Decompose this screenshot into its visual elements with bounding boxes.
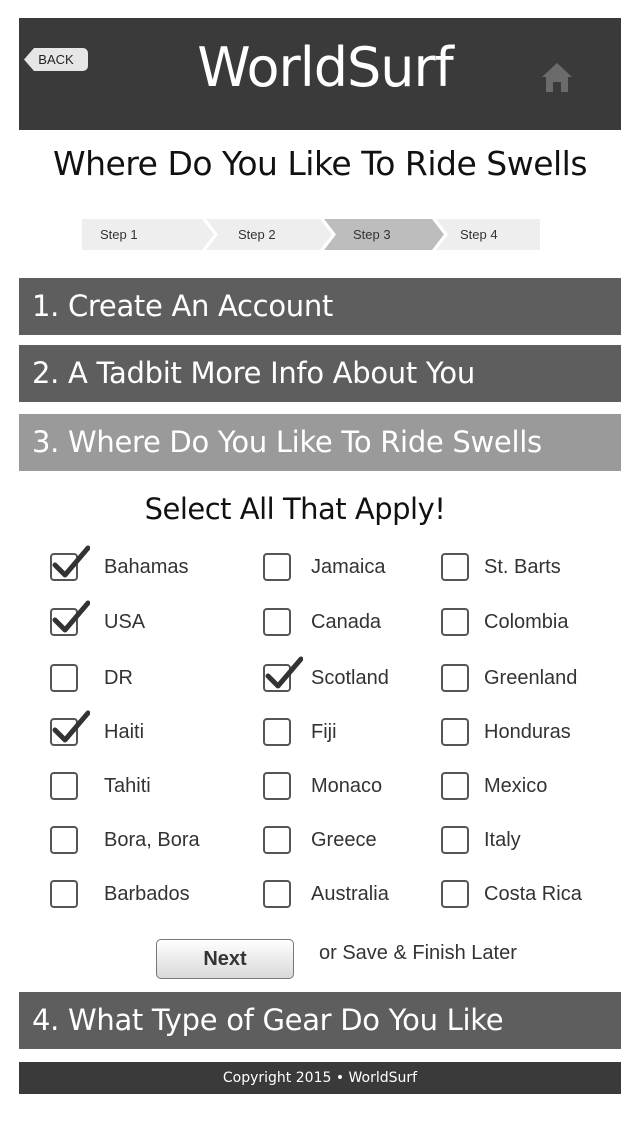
country-label[interactable]: Mexico [484,775,547,798]
country-checkbox[interactable] [441,826,469,854]
country-checkbox[interactable] [50,545,90,581]
back-button[interactable]: BACK [24,48,88,71]
progress-stepper: Step 1 Step 2 Step 3 Step 4 [82,219,540,250]
country-label[interactable]: Bora, Bora [104,829,200,852]
country-checkbox[interactable] [263,718,291,746]
step-4[interactable]: Step 4 [460,219,498,250]
checkmark-icon [52,545,90,578]
select-heading: Select All That Apply! [144,492,446,526]
country-label[interactable]: Greece [311,829,377,852]
country-checkbox[interactable] [50,664,78,692]
country-checkbox[interactable] [263,553,291,581]
page-title: Where Do You Like To Ride Swells [52,144,588,183]
next-button[interactable]: Next [156,939,294,979]
country-checkbox[interactable] [50,880,78,908]
country-checkbox[interactable] [441,553,469,581]
footer-copyright: Copyright 2015 • WorldSurf [19,1062,621,1094]
country-checkbox[interactable] [263,656,303,692]
step-2[interactable]: Step 2 [238,219,276,250]
country-label[interactable]: Jamaica [311,556,385,579]
country-label[interactable]: Haiti [104,721,144,744]
country-checkbox[interactable] [441,772,469,800]
country-label[interactable]: Italy [484,829,521,852]
country-label[interactable]: Barbados [104,883,190,906]
country-label[interactable]: USA [104,611,145,634]
checkmark-icon [52,710,90,743]
country-label[interactable]: Monaco [311,775,382,798]
country-checkbox[interactable] [50,600,90,636]
section-ride-swells[interactable]: 3. Where Do You Like To Ride Swells [19,414,621,471]
section-create-account[interactable]: 1. Create An Account [19,278,621,335]
country-label[interactable]: Greenland [484,667,577,690]
save-finish-later-link[interactable]: or Save & Finish Later [319,942,517,965]
section-more-info[interactable]: 2. A Tadbit More Info About You [19,345,621,402]
country-checkbox[interactable] [50,826,78,854]
country-label[interactable]: Costa Rica [484,883,582,906]
country-label[interactable]: Bahamas [104,556,189,579]
country-checkbox[interactable] [263,772,291,800]
country-label[interactable]: Scotland [311,667,389,690]
country-checkbox[interactable] [441,880,469,908]
country-checkbox[interactable] [263,826,291,854]
country-label[interactable]: Colombia [484,611,568,634]
country-checkbox[interactable] [50,710,90,746]
country-checkbox[interactable] [441,608,469,636]
checkmark-icon [265,656,303,689]
country-label[interactable]: DR [104,667,133,690]
checkmark-icon [52,600,90,633]
country-label[interactable]: St. Barts [484,556,561,579]
home-icon[interactable] [540,60,574,94]
country-checkbox[interactable] [441,664,469,692]
country-checkbox[interactable] [263,880,291,908]
step-3[interactable]: Step 3 [353,219,391,250]
step-1[interactable]: Step 1 [100,219,138,250]
country-label[interactable]: Australia [311,883,389,906]
app-logo: WorldSurf [197,36,453,99]
country-checkbox[interactable] [50,772,78,800]
country-checkbox[interactable] [263,608,291,636]
country-label[interactable]: Canada [311,611,381,634]
country-label[interactable]: Tahiti [104,775,151,798]
section-gear[interactable]: 4. What Type of Gear Do You Like [19,992,621,1049]
country-checkbox[interactable] [441,718,469,746]
country-label[interactable]: Honduras [484,721,571,744]
country-label[interactable]: Fiji [311,721,337,744]
